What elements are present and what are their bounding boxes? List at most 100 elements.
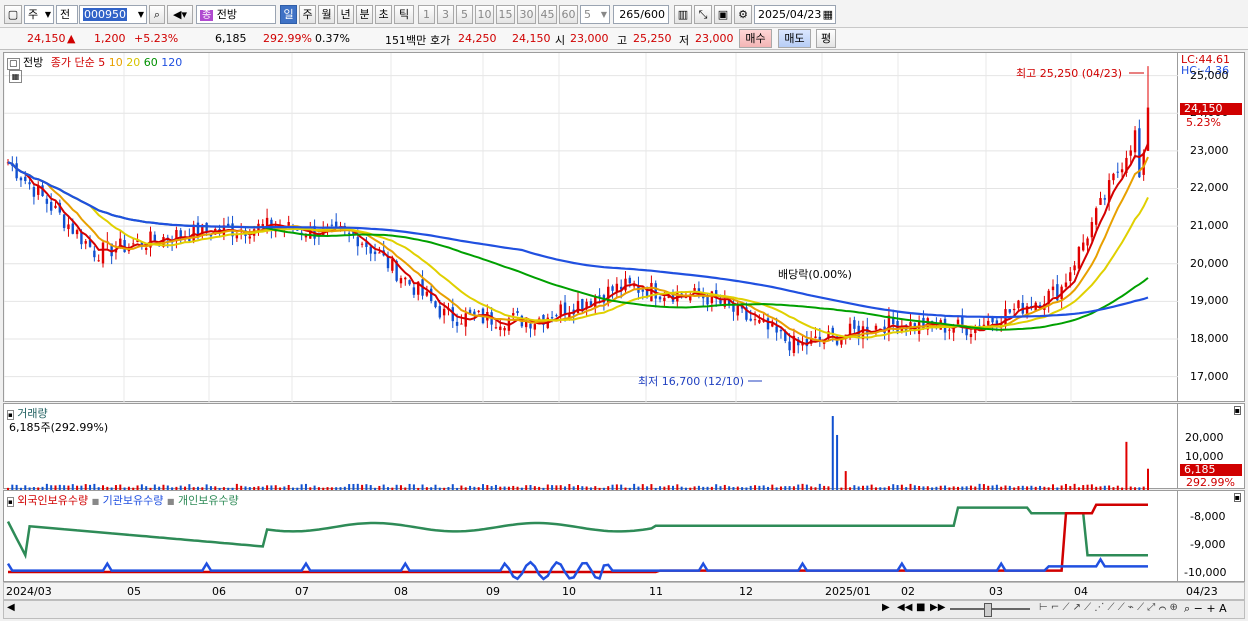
interval-15-button[interactable]: 15 — [496, 5, 515, 24]
sell-button[interactable]: 매도 — [778, 29, 811, 48]
candle-body — [948, 329, 951, 331]
candle-body — [71, 223, 74, 234]
candle-body — [831, 327, 834, 334]
fast-forward-icon[interactable]: ▶▶ — [930, 602, 945, 613]
interval-5-button[interactable]: 5 — [456, 5, 473, 24]
window-icon[interactable]: ▢ — [4, 5, 22, 24]
interval-select[interactable]: 5 ▼ — [580, 5, 610, 24]
price-y-tick: 17,000 — [1190, 369, 1229, 383]
collapse-icon[interactable]: ▪ — [7, 497, 14, 507]
candle-body — [1012, 308, 1016, 311]
candle-body — [205, 222, 208, 233]
x-tick: 12 — [739, 585, 753, 598]
rewind-icon[interactable]: ◀◀ — [897, 602, 912, 613]
candle-body — [84, 241, 87, 244]
candle-body — [749, 318, 752, 321]
average-button[interactable]: 평 — [816, 29, 836, 48]
candle-body — [1120, 169, 1124, 173]
period-second-button[interactable]: 초 — [375, 5, 392, 24]
period-week-button[interactable]: 주 — [299, 5, 316, 24]
candle-body — [1129, 150, 1132, 156]
candle-body — [1077, 247, 1081, 269]
period-year-button[interactable]: 년 — [337, 5, 354, 24]
period-tick-button[interactable]: 틱 — [394, 5, 414, 24]
candle-body — [624, 278, 627, 291]
ask-value: 24,250 — [458, 32, 497, 45]
interval-30-button[interactable]: 30 — [517, 5, 536, 24]
close-icon[interactable]: ▪ — [1233, 493, 1241, 502]
x-tick: 10 — [562, 585, 576, 598]
period-minute-button[interactable]: 분 — [356, 5, 373, 24]
high-value: 25,250 — [633, 32, 672, 45]
candle-body — [1008, 309, 1012, 313]
candle-body — [45, 198, 49, 204]
interval-1-button[interactable]: 1 — [418, 5, 435, 24]
period-day-button[interactable]: 일 — [280, 5, 297, 24]
mode-select[interactable]: 주 ▼ — [24, 5, 54, 24]
low-value: 23,000 — [695, 32, 734, 45]
drawing-tools-icon[interactable]: ⊢ ⌐ ⟋ ↗ ⟋ ⋰ ⟋ ⟋ ⌁ ⟋ ⤢ ⌒ ⊕ — [1039, 602, 1178, 613]
volume-panel[interactable]: ▪ 거래량 6,185주(292.99%) — [3, 403, 1178, 490]
candle-body — [788, 341, 791, 351]
period-month-button[interactable]: 월 — [318, 5, 335, 24]
interval-45-button[interactable]: 45 — [538, 5, 557, 24]
x-tick: 11 — [649, 585, 663, 598]
candle-body — [1064, 282, 1068, 287]
zoom-slider-handle[interactable] — [984, 603, 992, 617]
stock-name-field[interactable]: 종 전방 — [196, 5, 276, 24]
candle-body — [330, 224, 334, 226]
speaker-icon[interactable]: ◀▾ — [167, 5, 193, 24]
scroll-left-icon[interactable]: ◀ — [7, 602, 15, 613]
holding-panel[interactable]: ▪ 외국인보유수량 ■ 기관보유수량 ■ 개인보유수량 — [3, 490, 1178, 582]
save-icon[interactable]: ▣ — [714, 5, 732, 24]
play-icon[interactable]: ▶ — [882, 602, 890, 613]
grid-icon[interactable]: ▦ — [9, 70, 22, 83]
candle-body — [956, 319, 960, 325]
candle-body — [404, 277, 407, 280]
change-amount: 1,200 — [94, 32, 126, 45]
high-label: 고 — [617, 34, 628, 47]
holding-tick-1: -8,000 — [1190, 510, 1226, 523]
buy-button[interactable]: 매수 — [739, 29, 772, 48]
gear-icon[interactable]: ⚙ — [734, 5, 752, 24]
search-icon[interactable]: ⌕ — [149, 5, 165, 24]
indicator-label: 종가 단순 — [50, 56, 95, 69]
volume-tag: 6,185 — [1180, 464, 1242, 476]
candle-body — [693, 288, 696, 291]
price-y-tick: 23,000 — [1190, 143, 1229, 157]
draw-icon[interactable]: ⤡ — [694, 5, 712, 24]
ma10-label: 10 — [108, 56, 123, 69]
interval-10-button[interactable]: 10 — [475, 5, 494, 24]
count-field[interactable]: 265/600 — [613, 5, 669, 24]
stop-icon[interactable]: ■ — [916, 602, 925, 613]
candle-body — [412, 287, 416, 295]
x-tick: 02 — [901, 585, 915, 598]
candle-icon[interactable]: ▥ — [674, 5, 692, 24]
stock-code-input[interactable]: 000950 ▼ — [79, 5, 147, 24]
candle-body — [753, 319, 757, 321]
change-arrow: ▲ — [67, 32, 76, 45]
date-input[interactable]: 2025/04/23 ▦ — [754, 5, 836, 24]
institution-legend: 기관보유수량 — [102, 494, 164, 507]
candle-body — [499, 326, 502, 331]
current-price-tag: 24,150 — [1180, 103, 1242, 115]
candle-body — [969, 333, 973, 338]
type-select[interactable]: 전 — [56, 5, 78, 24]
close-icon[interactable]: ▪ — [1233, 406, 1241, 415]
price-y-tick: 18,000 — [1190, 332, 1229, 346]
candle-body — [555, 315, 558, 317]
candle-body — [369, 246, 372, 254]
zoom-icon[interactable]: ⌕ − + A — [1184, 602, 1227, 616]
x-tick: 03 — [989, 585, 1003, 598]
candle-body — [1133, 130, 1137, 153]
candle-body — [516, 311, 519, 314]
price-chart-panel[interactable]: ▢ 전방 종가 단순 5 10 20 60 120 ▦ 최고 25,250 (0… — [3, 52, 1179, 403]
collapse-icon[interactable]: ▢ — [7, 58, 20, 70]
candle-body — [641, 289, 644, 292]
open-value: 23,000 — [570, 32, 609, 45]
stock-name: 전방 — [216, 8, 237, 21]
candle-body — [360, 243, 364, 245]
interval-3-button[interactable]: 3 — [437, 5, 454, 24]
volume-y-axis: ▪ 20,000 10,000 6,185 292.99% — [1178, 403, 1245, 489]
interval-60-button[interactable]: 60 — [559, 5, 578, 24]
